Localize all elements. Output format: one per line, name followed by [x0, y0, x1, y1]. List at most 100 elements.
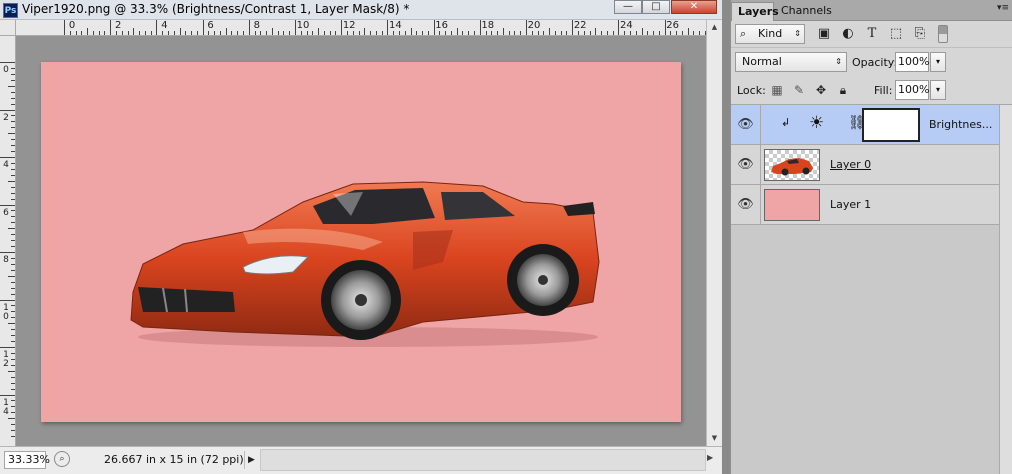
ruler-tick — [150, 31, 152, 35]
ruler-tick — [196, 31, 198, 35]
ruler-tick — [179, 28, 181, 35]
ruler-tick — [11, 216, 15, 218]
opacity-dropdown-arrow-icon[interactable]: ▾ — [930, 52, 946, 72]
ruler-tick — [497, 31, 499, 35]
scroll-right-arrow-icon[interactable]: ▶ — [707, 453, 713, 462]
brightness-adjustment-icon[interactable]: ☀ — [809, 114, 824, 132]
ruler-v-label: 8 — [3, 255, 9, 265]
blend-mode-select[interactable]: Normal ⇕ — [735, 52, 847, 72]
layer-row-brightness-contrast[interactable]: 👁︎ ↲ ☀ ⛓︎ Brightnes... — [731, 105, 999, 145]
lock-image-pixels-icon[interactable]: ✎ — [791, 82, 807, 98]
filter-kind-select[interactable]: ⌕ Kind ⇕ — [735, 24, 805, 44]
clipping-mask-icon: ↲ — [781, 116, 791, 129]
fill-input[interactable]: 100% — [895, 80, 929, 100]
layer-name[interactable]: Layer 0 — [830, 158, 871, 171]
ruler-tick — [624, 31, 626, 35]
ruler-tick — [11, 364, 15, 366]
ruler-tick — [364, 28, 366, 35]
ruler-h-label: 4 — [161, 20, 168, 31]
ruler-tick — [11, 269, 15, 271]
type-layer-filter-icon[interactable]: T — [863, 25, 881, 43]
panel-divider[interactable] — [722, 0, 730, 474]
ruler-tick — [11, 335, 15, 337]
document-title: Viper1920.png @ 33.3% (Brightness/Contra… — [22, 2, 410, 16]
ruler-tick — [295, 20, 296, 35]
tab-layers[interactable]: Layers — [731, 2, 779, 21]
tab-channels[interactable]: Channels — [775, 2, 835, 21]
ruler-tick — [225, 28, 227, 35]
ruler-tick — [11, 198, 15, 200]
fill-dropdown-arrow-icon[interactable]: ▾ — [930, 80, 946, 100]
adjustment-layer-filter-icon[interactable]: ◐ — [839, 25, 857, 43]
ruler-tick — [393, 31, 395, 35]
opacity-input[interactable]: 100% — [895, 52, 929, 72]
filter-toggle-switch[interactable] — [938, 25, 948, 43]
layer-thumbnail[interactable] — [764, 149, 820, 181]
ruler-tick — [266, 31, 268, 35]
pixel-layer-filter-icon[interactable]: ▣ — [815, 25, 833, 43]
ruler-tick — [566, 31, 568, 35]
lock-position-icon[interactable]: ✥ — [813, 82, 829, 98]
close-button[interactable]: ✕ — [671, 0, 717, 14]
layer-name[interactable]: Brightnes... — [929, 118, 995, 131]
ruler-tick — [445, 31, 447, 35]
visibility-eye-icon[interactable]: 👁︎ — [731, 185, 761, 225]
ruler-tick — [462, 31, 464, 35]
panel-menu-icon[interactable]: ▾≡ — [997, 3, 1009, 13]
layer-mask-thumbnail[interactable] — [862, 108, 920, 142]
shape-layer-filter-icon[interactable]: ⬚ — [887, 25, 905, 43]
zoom-level-field[interactable]: 33.33% — [4, 451, 50, 469]
ruler-tick — [300, 31, 302, 35]
ruler-tick — [11, 168, 15, 170]
document-titlebar[interactable]: Ps Viper1920.png @ 33.3% (Brightness/Con… — [0, 0, 722, 20]
ruler-origin[interactable] — [0, 20, 16, 36]
status-menu-arrow-icon[interactable]: ▶ — [244, 451, 258, 469]
ruler-tick — [11, 151, 15, 153]
ruler-tick — [8, 275, 15, 277]
ruler-tick — [11, 103, 15, 105]
dropdown-arrow-icon: ⇕ — [794, 29, 801, 38]
scroll-down-arrow-icon[interactable]: ▼ — [707, 431, 722, 446]
ruler-tick — [601, 31, 603, 35]
lock-transparent-pixels-icon[interactable]: ▦ — [769, 82, 785, 98]
layers-panel-scrollbar[interactable] — [999, 105, 1012, 474]
ruler-h-label: 8 — [253, 20, 260, 31]
ruler-tick — [699, 31, 701, 35]
horizontal-ruler[interactable]: 0 2 4 6 8 10 12 14 16 18 20 22 24 26 — [16, 20, 706, 36]
scroll-up-arrow-icon[interactable]: ▲ — [707, 20, 722, 35]
canvas-area[interactable] — [17, 37, 706, 446]
ruler-h-label: 20 — [527, 20, 541, 31]
layer-row-layer-1[interactable]: 👁︎ Layer 1 — [731, 185, 999, 225]
image-canvas[interactable] — [41, 62, 681, 422]
layer-thumbnail[interactable] — [764, 189, 820, 221]
ruler-tick — [468, 31, 470, 35]
visibility-eye-icon[interactable]: 👁︎ — [731, 145, 761, 185]
lock-all-icon[interactable]: 🔒︎ — [835, 82, 851, 98]
ruler-tick — [277, 31, 279, 35]
ruler-h-label: 6 — [207, 20, 214, 31]
vertical-scrollbar[interactable]: ▲ ▼ — [706, 20, 722, 446]
ruler-tick — [0, 347, 15, 348]
visibility-eye-icon[interactable]: 👁︎ — [731, 105, 761, 145]
ruler-tick — [260, 31, 262, 35]
ruler-v-label: 6 — [3, 207, 9, 218]
ruler-tick — [156, 20, 158, 35]
ruler-tick — [133, 28, 135, 35]
ruler-tick — [11, 293, 15, 295]
maximize-button[interactable]: □ — [642, 0, 670, 14]
ruler-v-label: 0 — [3, 65, 9, 75]
ruler-tick — [8, 133, 15, 135]
ruler-h-label: 16 — [435, 20, 448, 31]
layer-row-layer-0[interactable]: 👁︎ Layer 0 — [731, 145, 999, 185]
ruler-tick — [139, 31, 141, 35]
ruler-tick — [0, 109, 15, 111]
ruler-tick — [289, 31, 291, 35]
ruler-tick — [318, 28, 320, 35]
ruler-tick — [450, 31, 452, 35]
zoom-options-icon[interactable]: ⌕ — [54, 451, 70, 467]
smart-object-filter-icon[interactable]: ⎘ — [911, 25, 929, 43]
layer-name[interactable]: Layer 1 — [830, 198, 871, 211]
vertical-ruler[interactable]: 0 2 4 6 8 1 0 1 2 1 4 — [0, 36, 16, 446]
minimize-button[interactable]: — — [614, 0, 642, 14]
horizontal-scrollbar[interactable] — [260, 449, 706, 471]
